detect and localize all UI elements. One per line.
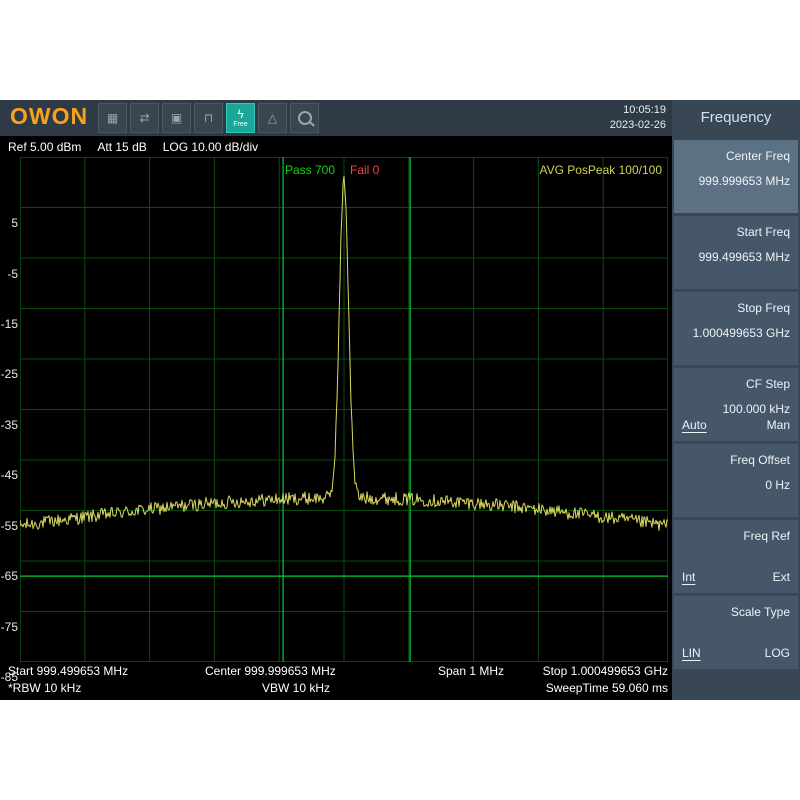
log-scale: LOG 10.00 dB/div bbox=[163, 140, 258, 154]
single-sweep-icon[interactable]: ▣ bbox=[162, 103, 191, 133]
auto-couple-glyph: ⇄ bbox=[139, 112, 149, 125]
softkey-menu: Frequency Center Freq 999.999653 MHz Sta… bbox=[672, 100, 800, 700]
cf-step-auto-option[interactable]: Auto bbox=[682, 418, 707, 432]
attenuation: Att 15 dB bbox=[97, 140, 146, 154]
menu-button-scale-type[interactable]: Scale Type LIN LOG bbox=[674, 596, 798, 669]
button-value: 0 Hz bbox=[674, 467, 798, 492]
clock: 10:05:19 2023-02-26 bbox=[610, 103, 666, 133]
cf-step-man-option[interactable]: Man bbox=[767, 418, 790, 432]
scale-type-log-option[interactable]: LOG bbox=[765, 646, 790, 660]
zoom-button[interactable] bbox=[290, 103, 319, 133]
button-value: 999.499653 MHz bbox=[674, 239, 798, 264]
menu-button-center-freq[interactable]: Center Freq 999.999653 MHz bbox=[674, 140, 798, 213]
freq-ref-ext-option[interactable]: Ext bbox=[773, 570, 790, 584]
y-tick: -35 bbox=[0, 418, 18, 432]
tracking-gen-icon[interactable]: ⊓ bbox=[194, 103, 223, 133]
menu-title: Frequency bbox=[672, 100, 800, 136]
trace-canvas bbox=[20, 157, 668, 662]
triangle-icon: △ bbox=[268, 112, 277, 125]
time-text: 10:05:19 bbox=[610, 103, 666, 118]
toolbar: ▦ ⇄ ▣ ⊓ ϟ Free bbox=[98, 103, 319, 133]
reference-line: Ref 5.00 dBm Att 15 dB LOG 10.00 dB/div bbox=[0, 136, 672, 157]
button-label: Start Freq bbox=[674, 216, 798, 239]
tracking-gen-glyph: ⊓ bbox=[204, 112, 213, 125]
ref-level: Ref 5.00 dBm bbox=[8, 140, 81, 154]
stop-freq-readout: Stop 1.000499653 GHz bbox=[543, 664, 668, 678]
button-label: Freq Ref bbox=[674, 520, 798, 543]
ext-trigger-icon[interactable]: ▦ bbox=[98, 103, 127, 133]
pass-count: Pass 700 bbox=[285, 163, 335, 177]
menu-button-freq-ref[interactable]: Freq Ref Int Ext bbox=[674, 520, 798, 593]
top-bar: OWON ▦ ⇄ ▣ ⊓ ϟ bbox=[0, 100, 672, 136]
y-tick: -65 bbox=[0, 569, 18, 583]
search-icon bbox=[298, 111, 312, 125]
ext-trigger-glyph: ▦ bbox=[107, 112, 118, 125]
y-tick: -75 bbox=[0, 620, 18, 634]
sweeptime-readout: SweepTime 59.060 ms bbox=[546, 681, 668, 695]
free-run-icon[interactable]: ϟ Free bbox=[226, 103, 255, 133]
menu-button-freq-offset[interactable]: Freq Offset 0 Hz bbox=[674, 444, 798, 517]
y-tick: -5 bbox=[0, 267, 18, 281]
display-area: OWON ▦ ⇄ ▣ ⊓ ϟ bbox=[0, 100, 672, 700]
span-readout: Span 1 MHz bbox=[438, 664, 504, 678]
menu-button-stop-freq[interactable]: Stop Freq 1.000499653 GHz bbox=[674, 292, 798, 365]
button-label: Stop Freq bbox=[674, 292, 798, 315]
spectrum-analyzer-screen: OWON ▦ ⇄ ▣ ⊓ ϟ bbox=[0, 100, 800, 700]
spectrum-plot: Pass 700 Fail 0 AVG PosPeak 100/100 bbox=[20, 157, 668, 662]
rbw-readout: *RBW 10 kHz bbox=[8, 681, 81, 695]
start-freq-readout: Start 999.499653 MHz bbox=[8, 664, 128, 678]
single-sweep-glyph: ▣ bbox=[171, 112, 182, 125]
menu-button-cf-step[interactable]: CF Step 100.000 kHz Auto Man bbox=[674, 368, 798, 441]
footer-row-1: Start 999.499653 MHz Center 999.999653 M… bbox=[0, 664, 672, 680]
y-tick: -15 bbox=[0, 317, 18, 331]
marker-icon[interactable]: △ bbox=[258, 103, 287, 133]
button-label: CF Step bbox=[674, 368, 798, 391]
y-tick: -55 bbox=[0, 519, 18, 533]
plot-area: 5 -5 -15 -25 -35 -45 -55 -65 -75 -85 Pas… bbox=[0, 157, 672, 662]
center-freq-readout: Center 999.999653 MHz bbox=[205, 664, 336, 678]
y-tick: 5 bbox=[0, 216, 18, 230]
owon-logo: OWON bbox=[10, 103, 88, 130]
button-label: Scale Type bbox=[674, 596, 798, 619]
lightning-icon: ϟ bbox=[237, 108, 243, 121]
button-value: 1.000499653 GHz bbox=[674, 315, 798, 340]
button-label: Freq Offset bbox=[674, 444, 798, 467]
date-text: 2023-02-26 bbox=[610, 118, 666, 133]
avg-detector-label: AVG PosPeak 100/100 bbox=[539, 163, 662, 177]
footer-row-2: *RBW 10 kHz VBW 10 kHz SweepTime 59.060 … bbox=[0, 681, 672, 697]
auto-couple-icon[interactable]: ⇄ bbox=[130, 103, 159, 133]
button-value: 999.999653 MHz bbox=[674, 163, 798, 188]
fail-count: Fail 0 bbox=[350, 163, 379, 177]
freq-ref-int-option[interactable]: Int bbox=[682, 570, 695, 584]
button-label: Center Freq bbox=[674, 140, 798, 163]
button-value: 100.000 kHz bbox=[674, 391, 798, 416]
menu-button-start-freq[interactable]: Start Freq 999.499653 MHz bbox=[674, 216, 798, 289]
scale-type-lin-option[interactable]: LIN bbox=[682, 646, 701, 660]
y-tick: -45 bbox=[0, 468, 18, 482]
vbw-readout: VBW 10 kHz bbox=[262, 681, 330, 695]
y-tick: -25 bbox=[0, 367, 18, 381]
